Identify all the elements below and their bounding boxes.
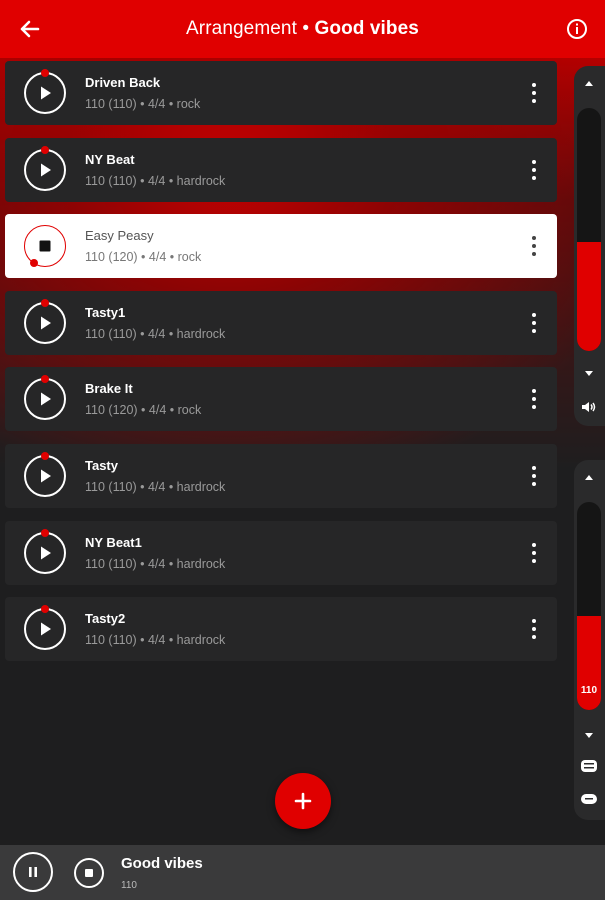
arrangement-name: Good vibes bbox=[314, 18, 419, 39]
play-icon bbox=[41, 392, 51, 406]
song-title: Driven Back bbox=[85, 75, 161, 90]
song-details: 110 (110) • 4/4 • hardrock bbox=[85, 480, 226, 494]
volume-down-icon[interactable] bbox=[585, 371, 593, 376]
player-bar: Good vibes 110 bbox=[0, 845, 605, 900]
play-song-button[interactable] bbox=[24, 298, 66, 344]
title-prefix: Arrangement • bbox=[186, 18, 315, 39]
song-title: Tasty bbox=[85, 458, 118, 473]
progress-dot bbox=[30, 259, 38, 268]
arrow-left-icon[interactable] bbox=[16, 15, 44, 43]
play-icon bbox=[41, 469, 51, 483]
play-icon bbox=[41, 86, 51, 100]
song-card[interactable]: Tasty 110 (110) • 4/4 • hardrock bbox=[5, 444, 557, 508]
song-card[interactable]: Tasty1 110 (110) • 4/4 • hardrock bbox=[5, 290, 557, 355]
song-title: Easy Peasy bbox=[85, 228, 154, 244]
progress-dot bbox=[41, 298, 49, 307]
player-tempo: 110 bbox=[121, 880, 137, 891]
more-options-icon[interactable] bbox=[529, 617, 539, 641]
more-options-icon[interactable] bbox=[529, 81, 539, 105]
song-details: 110 (110) • 4/4 • hardrock bbox=[85, 556, 226, 571]
tempo-up-icon[interactable] bbox=[585, 475, 593, 480]
pause-button[interactable] bbox=[13, 852, 53, 892]
song-title: Tasty1 bbox=[85, 304, 126, 320]
song-card[interactable]: Easy Peasy 110 (120) • 4/4 • rock bbox=[5, 214, 557, 279]
info-icon[interactable] bbox=[565, 17, 589, 41]
song-card[interactable]: NY Beat 110 (110) • 4/4 • hardrock bbox=[5, 137, 557, 202]
play-song-button[interactable] bbox=[24, 69, 66, 114]
stop-icon bbox=[85, 869, 93, 877]
song-card[interactable]: NY Beat1 110 (110) • 4/4 • hardrock bbox=[5, 520, 557, 585]
tempo-down-icon[interactable] bbox=[585, 733, 593, 738]
play-song-button[interactable] bbox=[24, 528, 66, 574]
more-options-icon[interactable] bbox=[529, 311, 539, 335]
stop-icon bbox=[39, 240, 51, 252]
song-details: 110 (120) • 4/4 • rock bbox=[85, 403, 202, 418]
progress-dot bbox=[41, 528, 49, 537]
app-header: Arrangement • Good vibes bbox=[0, 0, 605, 58]
song-details: 110 (110) • 4/4 • hardrock bbox=[85, 326, 226, 341]
song-card[interactable]: Driven Back 110 (110) • 4/4 • rock bbox=[5, 61, 557, 125]
progress-dot bbox=[41, 452, 49, 460]
song-card[interactable]: Brake It 110 (120) • 4/4 • rock bbox=[5, 367, 557, 432]
speaker-icon[interactable] bbox=[580, 400, 598, 419]
tempo-slider[interactable] bbox=[577, 502, 601, 710]
add-song-button[interactable] bbox=[275, 773, 331, 829]
song-title: NY Beat1 bbox=[85, 534, 142, 550]
play-song-button[interactable] bbox=[24, 605, 66, 651]
volume-slider-fill bbox=[577, 241, 601, 351]
play-icon bbox=[41, 622, 51, 636]
song-details: 110 (120) • 4/4 • rock bbox=[85, 250, 202, 265]
tap-icon[interactable] bbox=[580, 792, 598, 811]
more-options-icon[interactable] bbox=[529, 541, 539, 565]
progress-dot bbox=[41, 605, 49, 614]
more-options-icon[interactable] bbox=[529, 387, 539, 411]
more-options-icon[interactable] bbox=[529, 464, 539, 488]
play-icon bbox=[41, 546, 51, 560]
progress-dot bbox=[41, 375, 49, 384]
song-title: NY Beat bbox=[85, 151, 135, 167]
volume-panel bbox=[574, 66, 605, 426]
volume-slider[interactable] bbox=[577, 108, 601, 351]
song-title: Brake It bbox=[85, 381, 133, 397]
play-song-button[interactable] bbox=[24, 375, 66, 421]
plus-icon bbox=[294, 792, 312, 810]
play-icon bbox=[41, 316, 51, 330]
tempo-panel: 110 bbox=[574, 460, 605, 820]
more-options-icon[interactable] bbox=[529, 234, 539, 258]
song-details: 110 (110) • 4/4 • hardrock bbox=[85, 173, 226, 188]
stop-song-button[interactable] bbox=[24, 225, 66, 268]
song-details: 110 (110) • 4/4 • rock bbox=[85, 97, 201, 111]
progress-dot bbox=[41, 69, 49, 77]
play-song-button[interactable] bbox=[24, 145, 66, 191]
tempo-value: 110 bbox=[580, 685, 598, 696]
play-icon bbox=[41, 163, 51, 177]
progress-dot bbox=[41, 145, 49, 154]
song-details: 110 (110) • 4/4 • hardrock bbox=[85, 633, 226, 648]
song-card[interactable]: Tasty2 110 (110) • 4/4 • hardrock bbox=[5, 597, 557, 662]
bpm-icon[interactable] bbox=[580, 758, 598, 779]
stop-button[interactable] bbox=[74, 858, 104, 888]
volume-up-icon[interactable] bbox=[585, 81, 593, 86]
page-title: Arrangement • Good vibes bbox=[186, 18, 419, 40]
song-title: Tasty2 bbox=[85, 611, 126, 627]
play-song-button[interactable] bbox=[24, 452, 66, 497]
player-title: Good vibes bbox=[121, 855, 203, 872]
more-options-icon[interactable] bbox=[529, 158, 539, 182]
pause-icon bbox=[29, 867, 37, 877]
